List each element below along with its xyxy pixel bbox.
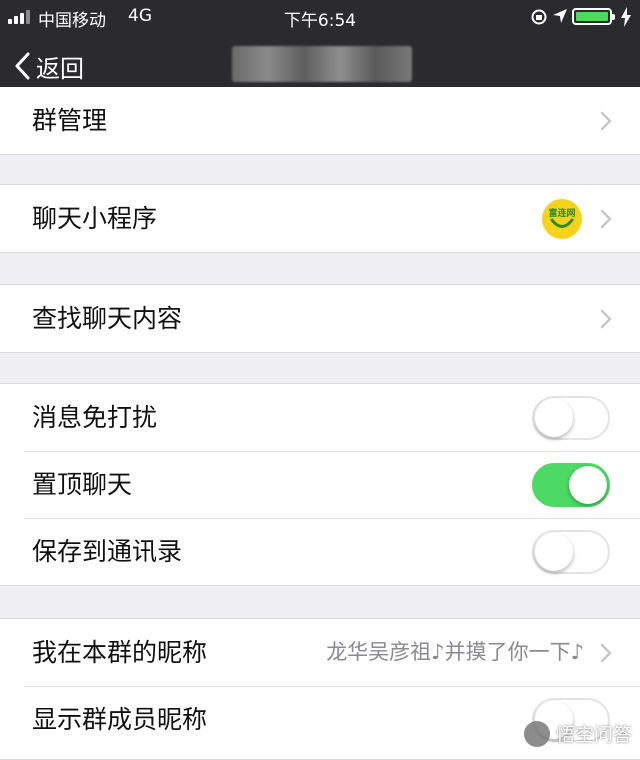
save-to-contacts-label: 保存到通讯录 xyxy=(32,537,183,566)
show-member-nicknames-label: 显示群成员昵称 xyxy=(32,705,208,734)
pin-chat-row: 置顶聊天 xyxy=(0,451,640,518)
search-chat-label: 查找聊天内容 xyxy=(32,304,183,333)
my-nickname-value: 龙华吴彦祖♪并摸了你一下♪ xyxy=(326,640,584,664)
group-manage-label: 群管理 xyxy=(32,106,108,135)
chevron-right-icon xyxy=(600,643,612,663)
orientation-lock-icon xyxy=(531,9,547,25)
location-icon xyxy=(553,9,567,23)
page-title-blurred xyxy=(232,46,412,82)
watermark: 悟空问答 xyxy=(523,720,632,747)
do-not-disturb-label: 消息免打扰 xyxy=(32,403,158,432)
chat-settings-section: 消息免打扰 置顶聊天 保存到通讯录 xyxy=(0,383,640,586)
mini-program-section: 聊天小程序 富连网 xyxy=(0,184,640,253)
back-label: 返回 xyxy=(36,54,84,83)
mini-program-logo-icon[interactable]: 富连网 xyxy=(542,199,582,239)
chevron-right-icon xyxy=(600,309,612,329)
group-manage-row[interactable]: 群管理 xyxy=(0,87,640,154)
top-bar: 中国移动 4G 下午6:54 返回 xyxy=(0,0,640,99)
chevron-right-icon xyxy=(600,111,612,131)
status-bar: 中国移动 4G 下午6:54 xyxy=(0,0,640,34)
watermark-text: 悟空问答 xyxy=(555,724,632,746)
search-chat-section: 查找聊天内容 xyxy=(0,284,640,353)
my-nickname-label: 我在本群的昵称 xyxy=(32,638,208,667)
mini-program-row[interactable]: 聊天小程序 富连网 xyxy=(0,185,640,252)
save-to-contacts-toggle[interactable] xyxy=(532,530,610,574)
save-to-contacts-row: 保存到通讯录 xyxy=(0,518,640,585)
do-not-disturb-toggle[interactable] xyxy=(532,396,610,440)
group-manage-section: 群管理 xyxy=(0,87,640,155)
do-not-disturb-row: 消息免打扰 xyxy=(0,384,640,451)
mini-program-label: 聊天小程序 xyxy=(32,204,158,233)
chevron-left-icon xyxy=(15,52,30,80)
pin-chat-label: 置顶聊天 xyxy=(32,470,133,499)
chevron-right-icon xyxy=(600,209,612,229)
pin-chat-toggle[interactable] xyxy=(532,463,610,507)
watermark-logo-icon xyxy=(523,720,550,747)
search-chat-row[interactable]: 查找聊天内容 xyxy=(0,285,640,352)
charging-icon xyxy=(621,7,631,27)
battery-icon xyxy=(572,8,615,25)
back-button[interactable]: 返回 xyxy=(14,48,84,84)
my-nickname-row[interactable]: 我在本群的昵称 龙华吴彦祖♪并摸了你一下♪ xyxy=(0,619,640,686)
